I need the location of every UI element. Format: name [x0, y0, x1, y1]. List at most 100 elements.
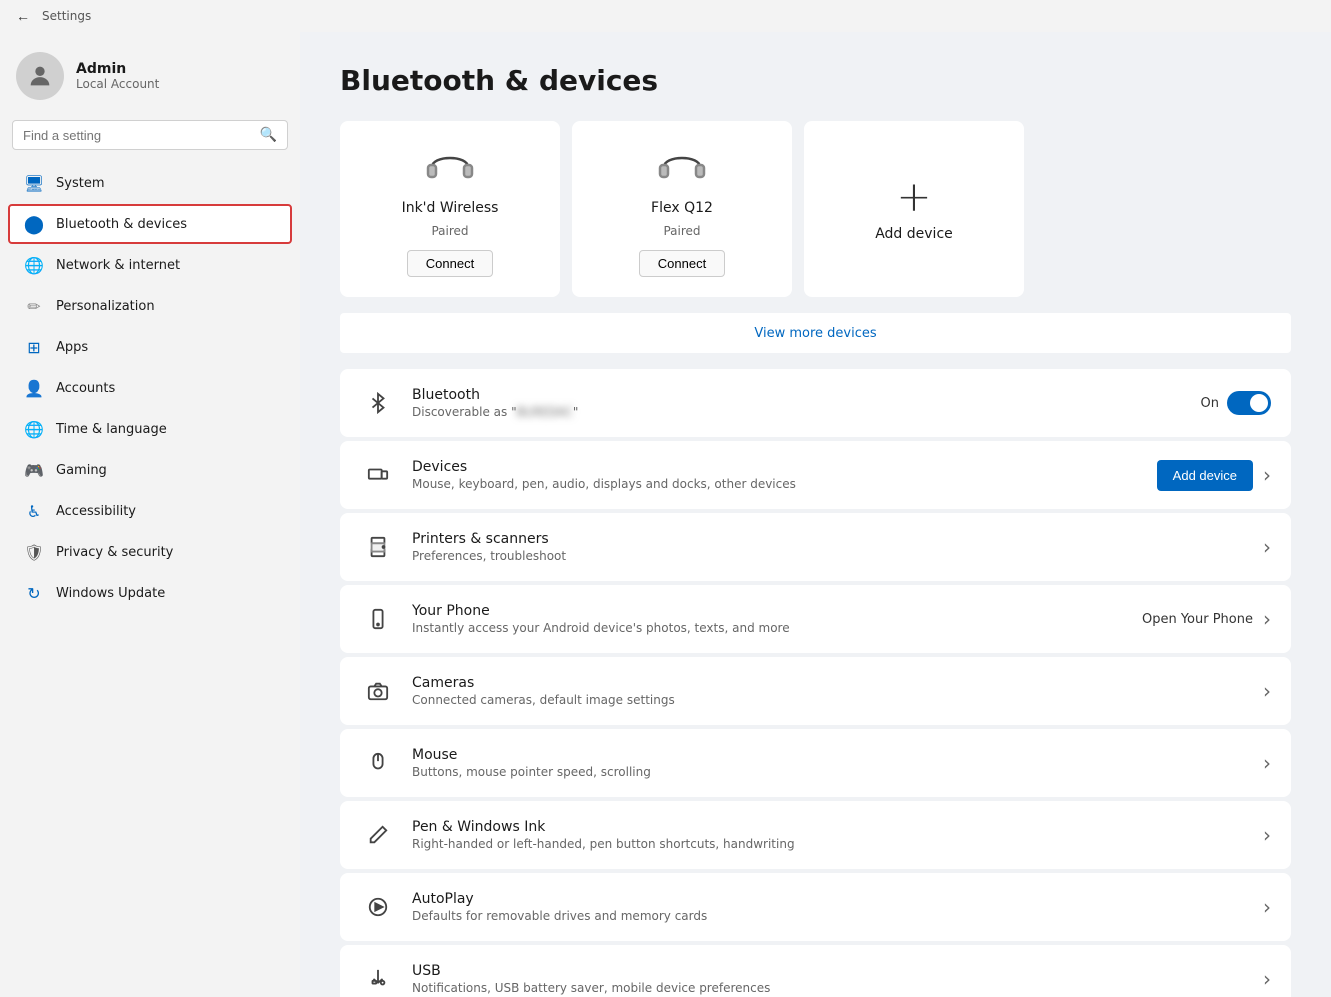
sidebar-item-network[interactable]: 🌐Network & internet — [8, 245, 292, 285]
sidebar-item-accounts[interactable]: 👤Accounts — [8, 368, 292, 408]
device-name: Flex Q12 — [651, 200, 713, 216]
phone-icon — [360, 601, 396, 637]
chevron-right-icon: › — [1263, 895, 1271, 919]
sidebar-item-personalization[interactable]: ✏Personalization — [8, 286, 292, 326]
settings-row-devices[interactable]: DevicesMouse, keyboard, pen, audio, disp… — [340, 441, 1291, 509]
view-more-bar[interactable]: View more devices — [340, 313, 1291, 353]
accessibility-icon: ♿ — [24, 501, 44, 521]
discoverable-name: BLREDAC — [517, 405, 573, 419]
user-role: Local Account — [76, 77, 159, 91]
settings-row-cameras[interactable]: Cameras Connected cameras, default image … — [340, 657, 1291, 725]
gaming-icon: 🎮 — [24, 460, 44, 480]
sidebar-item-label-privacy: Privacy & security — [56, 545, 173, 560]
sidebar-item-label-bluetooth: Bluetooth & devices — [56, 217, 187, 232]
chevron-right-icon: › — [1263, 535, 1271, 559]
device-card-flex[interactable]: Flex Q12 Paired Connect — [572, 121, 792, 297]
connect-button-inkd[interactable]: Connect — [407, 250, 493, 277]
bluetooth-icon: ⬤ — [24, 214, 44, 234]
device-card-inkd[interactable]: Ink'd Wireless Paired Connect — [340, 121, 560, 297]
device-name: Ink'd Wireless — [402, 200, 499, 216]
update-icon: ↻ — [24, 583, 44, 603]
phone-subtitle: Instantly access your Android device's p… — [412, 621, 1126, 635]
add-icon: + — [896, 176, 931, 218]
mouse-subtitle: Buttons, mouse pointer speed, scrolling — [412, 765, 1247, 779]
device-cards: Ink'd Wireless Paired Connect Flex Q12 P… — [340, 121, 1291, 297]
sidebar: Admin Local Account 🔍 🖥System ⬤ Bluetooth … — [0, 32, 300, 997]
search-input[interactable] — [23, 128, 252, 143]
settings-row-printers[interactable]: Printers & scanners Preferences, troubles… — [340, 513, 1291, 581]
search-icon: 🔍 — [260, 127, 277, 143]
device-status: Paired — [663, 224, 700, 238]
chevron-right-icon: › — [1263, 607, 1271, 631]
user-profile[interactable]: Admin Local Account — [0, 32, 300, 116]
headphone-icon — [424, 141, 476, 192]
bluetooth-title: Bluetooth — [412, 387, 1185, 403]
add-device-label: Add device — [875, 226, 953, 242]
add-device-button[interactable]: Add device — [1157, 460, 1253, 491]
privacy-icon: 🛡 — [24, 542, 44, 562]
printers-icon — [360, 529, 396, 565]
sidebar-item-apps[interactable]: ⊞ Apps — [8, 327, 292, 367]
search-box[interactable]: 🔍 — [12, 120, 288, 150]
sidebar-item-gaming[interactable]: 🎮 Gaming — [8, 450, 292, 490]
sidebar-item-label-network: Network & internet — [56, 258, 180, 273]
device-status: Paired — [431, 224, 468, 238]
mouse-icon — [360, 745, 396, 781]
cameras-icon — [360, 673, 396, 709]
autoplay-icon — [360, 889, 396, 925]
autoplay-title: AutoPlay — [412, 891, 1247, 907]
sidebar-item-update[interactable]: ↻ Windows Update — [8, 573, 292, 613]
pen-title: Pen & Windows Ink — [412, 819, 1247, 835]
sidebar-item-bluetooth[interactable]: ⬤ Bluetooth & devices — [8, 204, 292, 244]
settings-row-autoplay[interactable]: AutoPlay Defaults for removable drives an… — [340, 873, 1291, 941]
devices-subtitle: Mouse, keyboard, pen, audio, displays an… — [412, 477, 1141, 491]
sidebar-item-accessibility[interactable]: ♿ Accessibility — [8, 491, 292, 531]
chevron-right-icon: › — [1263, 679, 1271, 703]
sidebar-item-label-time: Time & language — [56, 422, 167, 437]
sidebar-item-time[interactable]: 🌐Time & language — [8, 409, 292, 449]
usb-subtitle: Notifications, USB battery saver, mobile… — [412, 981, 1247, 995]
open-your-phone-link[interactable]: Open Your Phone — [1142, 612, 1253, 627]
sidebar-item-label-update: Windows Update — [56, 586, 165, 601]
headphone-icon — [656, 141, 708, 192]
mouse-title: Mouse — [412, 747, 1247, 763]
main-content: Bluetooth & devices Ink'd Wireless Paire… — [300, 32, 1331, 997]
autoplay-subtitle: Defaults for removable drives and memory… — [412, 909, 1247, 923]
nav-container: 🖥System ⬤ Bluetooth & devices 🌐Network & in… — [0, 162, 300, 614]
settings-row-pen[interactable]: Pen & Windows Ink Right-handed or left-ha… — [340, 801, 1291, 869]
settings-row-usb[interactable]: USBNotifications, USB battery saver, mob… — [340, 945, 1291, 997]
bluetooth-toggle[interactable] — [1227, 391, 1271, 415]
user-name: Admin — [76, 61, 159, 77]
bluetooth-subtitle: Discoverable as "BLREDAC" — [412, 405, 1185, 419]
connect-button-flex[interactable]: Connect — [639, 250, 725, 277]
sidebar-item-label-apps: Apps — [56, 340, 88, 355]
sidebar-item-label-gaming: Gaming — [56, 463, 107, 478]
phone-title: Your Phone — [412, 603, 1126, 619]
bluetooth-toggle-label: On — [1201, 396, 1219, 411]
page-title: Bluetooth & devices — [340, 64, 1291, 97]
bluetooth-toggle-container: On — [1201, 391, 1271, 415]
sidebar-item-privacy[interactable]: 🛡 Privacy & security — [8, 532, 292, 572]
titlebar: ← Settings — [0, 0, 1331, 32]
printers-title: Printers & scanners — [412, 531, 1247, 547]
chevron-right-icon: › — [1263, 751, 1271, 775]
cameras-title: Cameras — [412, 675, 1247, 691]
app-layout: Admin Local Account 🔍 🖥System ⬤ Bluetooth … — [0, 32, 1331, 997]
personalization-icon: ✏ — [24, 296, 44, 316]
apps-icon: ⊞ — [24, 337, 44, 357]
chevron-right-icon: › — [1263, 463, 1271, 487]
cameras-subtitle: Connected cameras, default image setting… — [412, 693, 1247, 707]
view-more-link[interactable]: View more devices — [754, 326, 876, 341]
usb-icon — [360, 961, 396, 997]
pen-icon — [360, 817, 396, 853]
back-button[interactable]: ← — [12, 5, 34, 27]
pen-subtitle: Right-handed or left-handed, pen button … — [412, 837, 1247, 851]
avatar — [16, 52, 64, 100]
settings-row-bluetooth[interactable]: Bluetooth Discoverable as "BLREDAC" On — [340, 369, 1291, 437]
sidebar-item-label-accessibility: Accessibility — [56, 504, 136, 519]
sidebar-item-system[interactable]: 🖥System — [8, 163, 292, 203]
settings-row-mouse[interactable]: Mouse Buttons, mouse pointer speed, scrol… — [340, 729, 1291, 797]
printers-subtitle: Preferences, troubleshoot — [412, 549, 1247, 563]
settings-row-phone[interactable]: Your Phone Instantly access your Android … — [340, 585, 1291, 653]
add-device-card[interactable]: + Add device — [804, 121, 1024, 297]
